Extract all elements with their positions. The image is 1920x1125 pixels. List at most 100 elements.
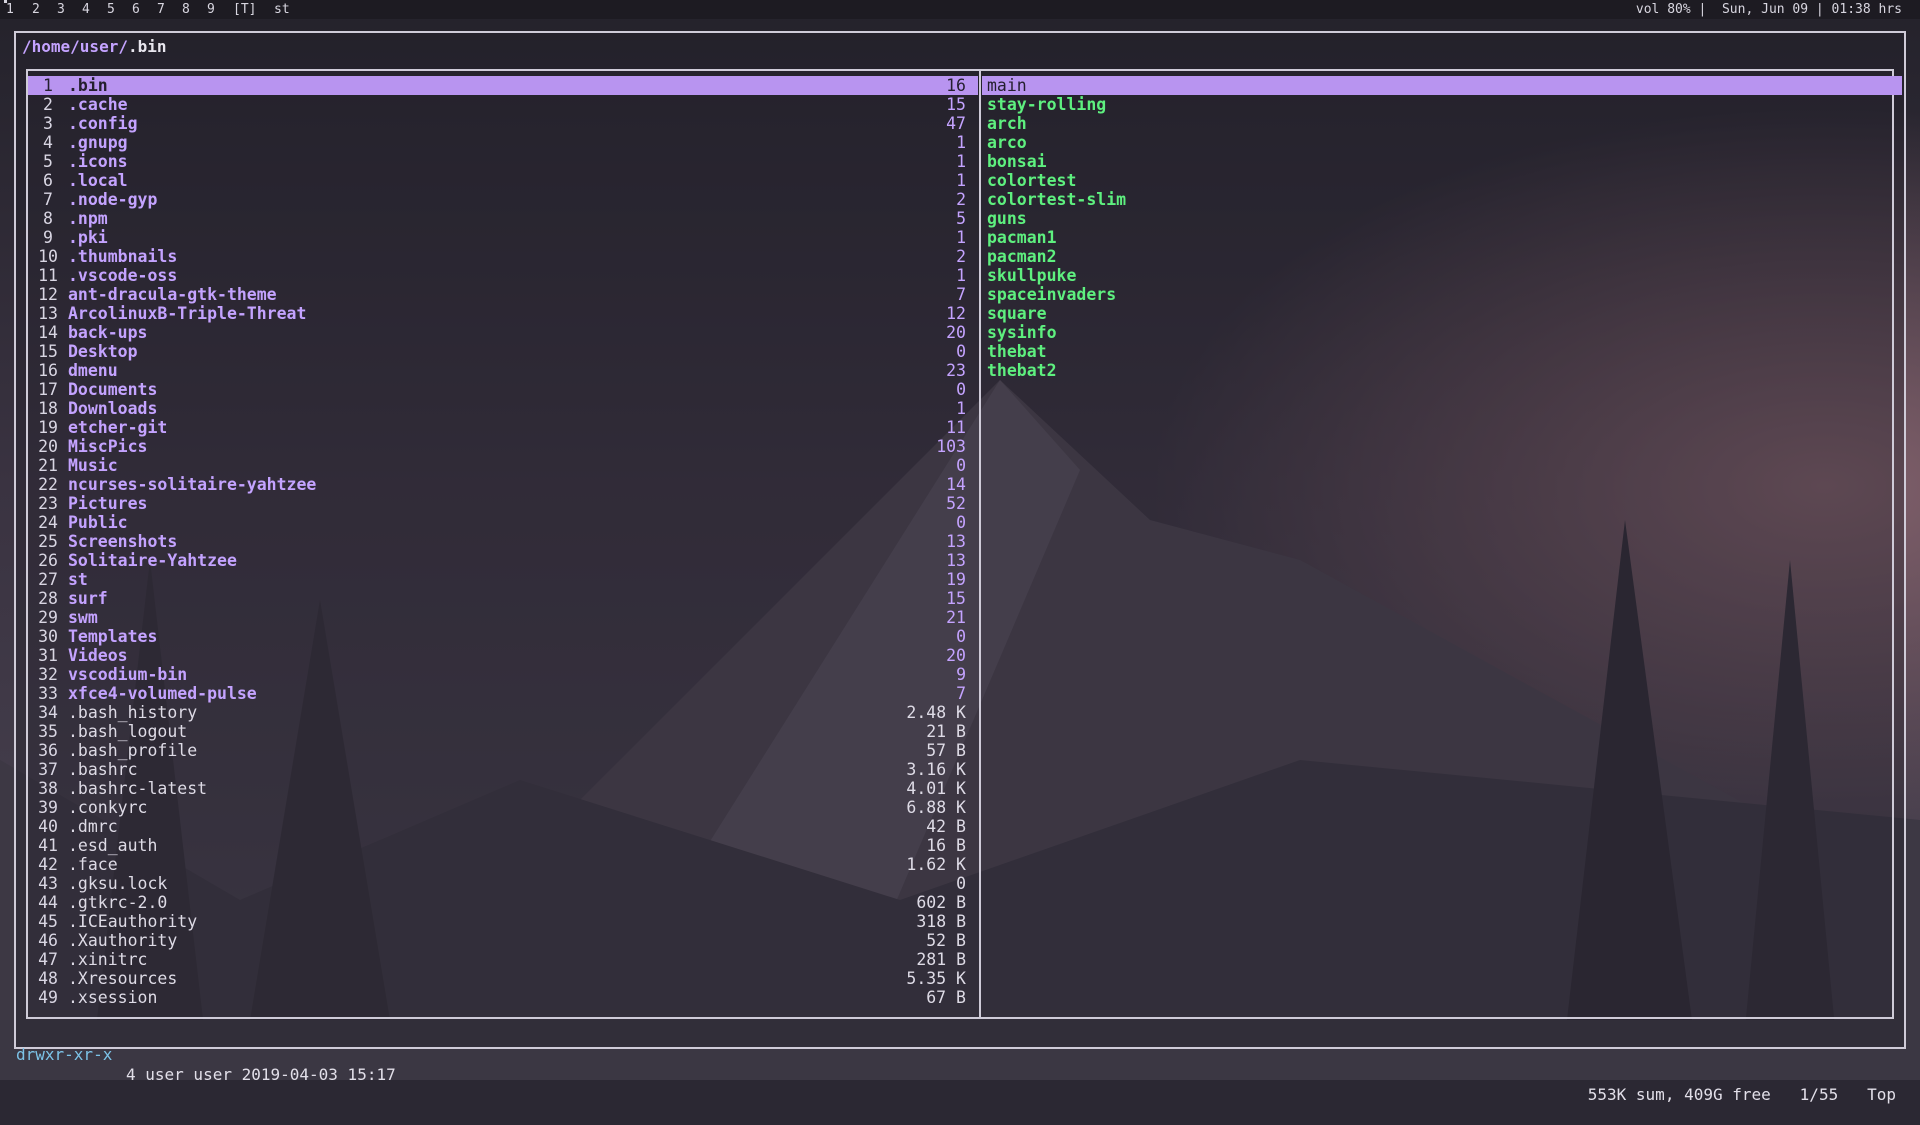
entry-name: Videos — [68, 646, 128, 665]
preview-row[interactable]: colortest — [982, 171, 1902, 190]
directory-row[interactable]: 6 .local 1 — [28, 171, 978, 190]
directory-row[interactable]: 20 MiscPics 103 — [28, 437, 978, 456]
row-number: 12 — [38, 285, 58, 304]
workspace-6[interactable]: 6 — [132, 0, 140, 19]
directory-row[interactable]: 23 Pictures 52 — [28, 494, 978, 513]
directory-row[interactable]: 16 dmenu 23 — [28, 361, 978, 380]
row-number: 1 — [43, 76, 53, 95]
preview-row[interactable]: stay-rolling — [982, 95, 1902, 114]
directory-row[interactable]: 30 Templates 0 — [28, 627, 978, 646]
directory-row[interactable]: 24 Public 0 — [28, 513, 978, 532]
preview-row[interactable]: thebat2 — [982, 361, 1902, 380]
file-row[interactable]: 48 .Xresources 5.35 K — [28, 969, 978, 988]
preview-row[interactable]: colortest-slim — [982, 190, 1902, 209]
workspace-2[interactable]: 2 — [32, 0, 40, 19]
preview-row[interactable]: skullpuke — [982, 266, 1902, 285]
directory-row[interactable]: 25 Screenshots 13 — [28, 532, 978, 551]
preview-row[interactable]: pacman1 — [982, 228, 1902, 247]
preview-row[interactable]: arch — [982, 114, 1902, 133]
entry-name: .icons — [68, 152, 128, 171]
file-row[interactable]: 34 .bash_history 2.48 K — [28, 703, 978, 722]
directory-row[interactable]: 12 ant-dracula-gtk-theme 7 — [28, 285, 978, 304]
row-number: 42 — [38, 855, 58, 874]
file-row[interactable]: 38 .bashrc-latest 4.01 K — [28, 779, 978, 798]
directory-row[interactable]: 21 Music 0 — [28, 456, 978, 475]
entry-name: Music — [68, 456, 118, 475]
executable-name: square — [987, 304, 1047, 323]
directory-row[interactable]: 14 back-ups 20 — [28, 323, 978, 342]
file-row[interactable]: 39 .conkyrc 6.88 K — [28, 798, 978, 817]
row-number: 26 — [38, 551, 58, 570]
workspace-8[interactable]: 8 — [182, 0, 190, 19]
workspace-7[interactable]: 7 — [157, 0, 165, 19]
directory-row[interactable]: 5 .icons 1 — [28, 152, 978, 171]
workspace-3[interactable]: 3 — [57, 0, 65, 19]
entry-size: 1 — [956, 171, 966, 190]
preview-row[interactable]: arco — [982, 133, 1902, 152]
directory-row[interactable]: 18 Downloads 1 — [28, 399, 978, 418]
directory-row[interactable]: 19 etcher-git 11 — [28, 418, 978, 437]
directory-row[interactable]: 2 .cache 15 — [28, 95, 978, 114]
directory-row[interactable]: 32 vscodium-bin 9 — [28, 665, 978, 684]
layout-indicator[interactable]: [T] — [233, 0, 256, 19]
row-number: 32 — [38, 665, 58, 684]
preview-row[interactable]: main — [982, 76, 1902, 95]
directory-row[interactable]: 11 .vscode-oss 1 — [28, 266, 978, 285]
directory-row[interactable]: 29 swm 21 — [28, 608, 978, 627]
entry-size: 3.16 K — [906, 760, 966, 779]
workspace-4[interactable]: 4 — [82, 0, 90, 19]
directory-row[interactable]: 13 ArcolinuxB-Triple-Threat 12 — [28, 304, 978, 323]
file-row[interactable]: 37 .bashrc 3.16 K — [28, 760, 978, 779]
file-row[interactable]: 44 .gtkrc-2.0 602 B — [28, 893, 978, 912]
preview-row[interactable]: sysinfo — [982, 323, 1902, 342]
workspace-5[interactable]: 5 — [107, 0, 115, 19]
row-number: 45 — [38, 912, 58, 931]
workspace-1[interactable]: 1 — [4, 0, 14, 19]
directory-row[interactable]: 17 Documents 0 — [28, 380, 978, 399]
preview-row[interactable]: pacman2 — [982, 247, 1902, 266]
directory-row[interactable]: 8 .npm 5 — [28, 209, 978, 228]
file-row[interactable]: 42 .face 1.62 K — [28, 855, 978, 874]
directory-row[interactable]: 1 .bin 16 — [28, 76, 978, 95]
entry-size: 20 — [946, 323, 966, 342]
entry-name: surf — [68, 589, 108, 608]
workspace-9[interactable]: 9 — [207, 0, 215, 19]
file-row[interactable]: 40 .dmrc 42 B — [28, 817, 978, 836]
entry-name: back-ups — [68, 323, 148, 342]
directory-row[interactable]: 15 Desktop 0 — [28, 342, 978, 361]
preview-row[interactable]: bonsai — [982, 152, 1902, 171]
preview-row[interactable]: thebat — [982, 342, 1902, 361]
directory-row[interactable]: 10 .thumbnails 2 — [28, 247, 978, 266]
file-row[interactable]: 43 .gksu.lock 0 — [28, 874, 978, 893]
file-row[interactable]: 41 .esd_auth 16 B — [28, 836, 978, 855]
row-number: 6 — [43, 171, 53, 190]
row-number: 10 — [38, 247, 58, 266]
directory-row[interactable]: 4 .gnupg 1 — [28, 133, 978, 152]
directory-row[interactable]: 3 .config 47 — [28, 114, 978, 133]
entry-size: 1 — [956, 228, 966, 247]
directory-row[interactable]: 26 Solitaire-Yahtzee 13 — [28, 551, 978, 570]
preview-row[interactable]: square — [982, 304, 1902, 323]
directory-listing[interactable]: 1 .bin 16 2 .cache 15 3 .config 47 4 .gnupg 1 5 .icon… — [28, 71, 978, 1017]
preview-row[interactable]: guns — [982, 209, 1902, 228]
row-number: 41 — [38, 836, 58, 855]
row-number: 49 — [38, 988, 58, 1007]
file-row[interactable]: 46 .Xauthority 52 B — [28, 931, 978, 950]
file-row[interactable]: 47 .xinitrc 281 B — [28, 950, 978, 969]
file-row[interactable]: 45 .ICEauthority 318 B — [28, 912, 978, 931]
preview-pane[interactable]: main stay-rolling arch arco bonsai colortest c… — [982, 71, 1902, 1017]
directory-row[interactable]: 9 .pki 1 — [28, 228, 978, 247]
directory-row[interactable]: 27 st 19 — [28, 570, 978, 589]
directory-row[interactable]: 7 .node-gyp 2 — [28, 190, 978, 209]
terminal-window[interactable]: /home/user/.bin 1 .bin 16 2 .cache 15 3 .config… — [14, 31, 1906, 1104]
file-row[interactable]: 49 .xsession 67 B — [28, 988, 978, 1007]
file-row[interactable]: 36 .bash_profile 57 B — [28, 741, 978, 760]
directory-row[interactable]: 28 surf 15 — [28, 589, 978, 608]
directory-row[interactable]: 22 ncurses-solitaire-yahtzee 14 — [28, 475, 978, 494]
executable-name: bonsai — [987, 152, 1047, 171]
directory-row[interactable]: 33 xfce4-volumed-pulse 7 — [28, 684, 978, 703]
directory-row[interactable]: 31 Videos 20 — [28, 646, 978, 665]
entry-size: 14 — [946, 475, 966, 494]
preview-row[interactable]: spaceinvaders — [982, 285, 1902, 304]
file-row[interactable]: 35 .bash_logout 21 B — [28, 722, 978, 741]
